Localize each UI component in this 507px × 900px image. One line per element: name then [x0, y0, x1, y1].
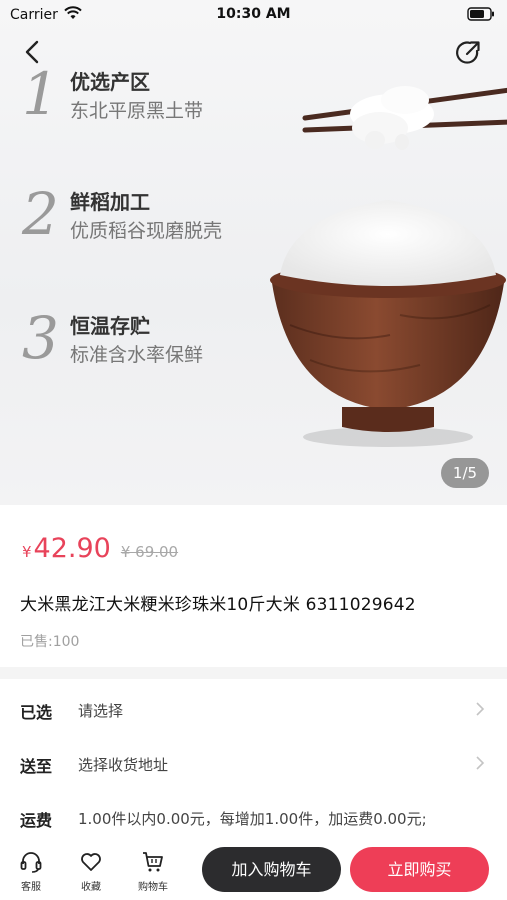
section-divider	[0, 667, 507, 679]
feature-number: 1	[22, 60, 59, 128]
feature-title: 恒温存贮	[70, 314, 150, 338]
status-time: 10:30 AM	[216, 6, 291, 22]
headset-icon	[20, 852, 42, 873]
chopsticks-image	[302, 86, 507, 150]
original-price: ¥ 69.00	[120, 543, 179, 561]
buy-now-button[interactable]: 立即购买	[350, 847, 489, 892]
feature-number: 3	[22, 304, 59, 372]
row-label: 运费	[20, 811, 53, 830]
rice-bowl-image	[270, 200, 506, 447]
row-label: 已选	[20, 703, 53, 722]
customer-service-tab[interactable]: 客服	[6, 850, 56, 893]
back-icon[interactable]	[18, 38, 46, 66]
cart-tab[interactable]: 购物车	[128, 850, 178, 893]
row-value: 请选择	[78, 702, 124, 720]
row-label: 送至	[20, 757, 53, 776]
share-icon[interactable]	[453, 38, 483, 68]
freight-row: 运费 1.00件以内0.00元，每增加1.00件，加运费0.00元;	[0, 791, 507, 843]
feature-number: 2	[22, 180, 59, 248]
price-row: ¥ 42.90 ¥ 69.00	[22, 533, 178, 564]
feature-title: 优选产区	[70, 70, 150, 94]
feature-subtitle: 东北平原黑土带	[70, 100, 204, 122]
chevron-right-icon	[476, 756, 485, 770]
favorite-tab[interactable]: 收藏	[66, 850, 116, 893]
battery-icon	[467, 7, 495, 25]
cart-icon	[143, 852, 163, 872]
tab-label: 客服	[21, 882, 41, 893]
page-indicator: 1/5	[441, 458, 489, 488]
feature-subtitle: 优质稻谷现磨脱壳	[70, 220, 223, 242]
feature-title: 鲜稻加工	[70, 190, 150, 214]
status-bar: Carrier 10:30 AM	[0, 0, 507, 30]
heart-icon	[81, 853, 101, 871]
spec-select-row[interactable]: 已选 请选择	[0, 683, 507, 735]
product-info: ¥ 42.90 ¥ 69.00 大米黑龙江大米粳米珍珠米10斤大米 631102…	[0, 505, 507, 667]
current-price: 42.90	[33, 533, 111, 564]
tab-label: 收藏	[81, 882, 101, 893]
product-title: 大米黑龙江大米粳米珍珠米10斤大米 6311029642	[20, 595, 416, 615]
sold-count: 已售:100	[20, 634, 80, 650]
product-image-carousel[interactable]: 1 优选产区 东北平原黑土带 2 鲜稻加工 优质稻谷现磨脱壳 3 恒温存贮 标准…	[0, 0, 507, 505]
row-value: 1.00件以内0.00元，每增加1.00件，加运费0.00元;	[78, 810, 427, 828]
add-to-cart-button[interactable]: 加入购物车	[202, 847, 341, 892]
feature-subtitle: 标准含水率保鲜	[70, 344, 204, 366]
address-select-row[interactable]: 送至 选择收货地址	[0, 737, 507, 789]
currency-symbol: ¥	[22, 543, 32, 561]
bottom-action-bar: 客服 收藏 购物车 加入购物车 立即购买	[0, 840, 507, 900]
tab-label: 购物车	[138, 882, 168, 893]
row-value: 选择收货地址	[78, 756, 169, 774]
chevron-right-icon	[476, 702, 485, 716]
